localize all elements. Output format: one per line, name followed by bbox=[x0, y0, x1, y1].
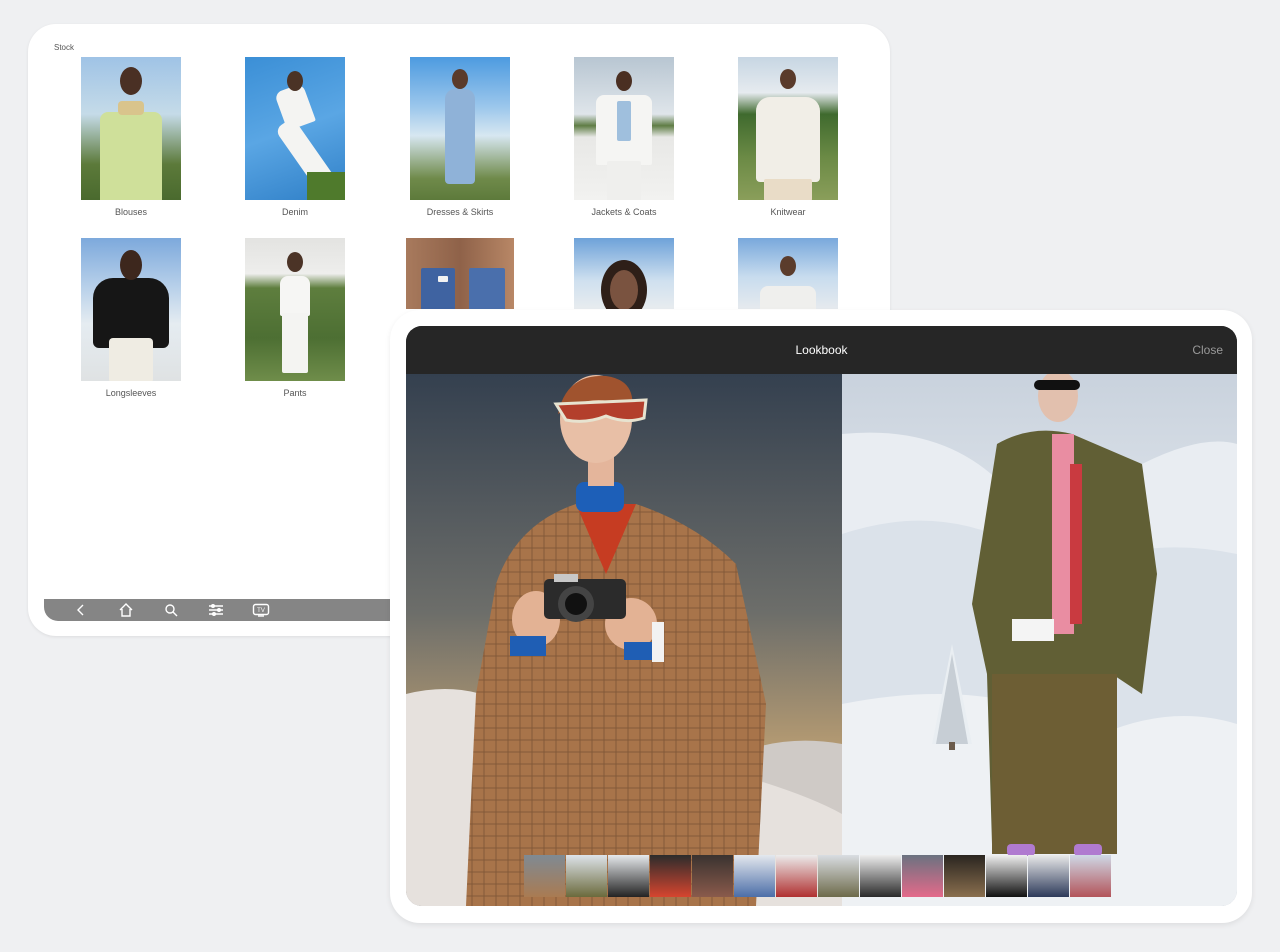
lookbook-thumbnail[interactable] bbox=[986, 855, 1027, 897]
category-tile-denim[interactable]: Denim bbox=[245, 57, 345, 217]
back-button[interactable] bbox=[58, 599, 103, 621]
category-image bbox=[245, 57, 345, 200]
category-label: Dresses & Skirts bbox=[426, 207, 494, 217]
lookbook-thumbnail[interactable] bbox=[692, 855, 733, 897]
model-olive-coat-illustration bbox=[842, 374, 1237, 906]
bottom-toolbar: TV bbox=[44, 599, 404, 621]
lookbook-thumbnail[interactable] bbox=[1028, 855, 1069, 897]
category-image bbox=[738, 57, 838, 200]
category-image bbox=[738, 238, 838, 309]
search-icon bbox=[164, 604, 177, 617]
back-icon bbox=[76, 604, 83, 616]
category-tile-item-10[interactable] bbox=[738, 238, 838, 316]
category-tile-dresses-skirts[interactable]: Dresses & Skirts bbox=[410, 57, 510, 217]
tv-button[interactable]: TV bbox=[238, 599, 283, 621]
lookbook-thumbnail[interactable] bbox=[608, 855, 649, 897]
tv-icon: TV bbox=[252, 603, 269, 617]
lookbook-thumbnail[interactable] bbox=[860, 855, 901, 897]
lookbook-screen: Lookbook Close bbox=[406, 326, 1237, 906]
search-button[interactable] bbox=[148, 599, 193, 621]
category-image bbox=[574, 57, 674, 200]
category-label: Longsleeves bbox=[105, 388, 157, 398]
category-tile-pants[interactable]: Pants bbox=[245, 238, 345, 398]
category-tile-item-9[interactable] bbox=[574, 238, 674, 316]
category-tile-jackets-coats[interactable]: Jackets & Coats bbox=[574, 57, 674, 217]
category-image bbox=[410, 57, 510, 200]
category-image bbox=[245, 238, 345, 381]
home-icon bbox=[119, 603, 132, 617]
category-image bbox=[81, 238, 181, 381]
stock-title: Stock bbox=[54, 43, 75, 52]
home-button[interactable] bbox=[103, 599, 148, 621]
lookbook-title: Lookbook bbox=[795, 343, 848, 357]
category-label: Pants bbox=[283, 388, 307, 398]
lookbook-thumbnail[interactable] bbox=[944, 855, 985, 897]
category-image bbox=[574, 238, 674, 309]
lookbook-thumbnail[interactable] bbox=[1070, 855, 1111, 897]
category-image bbox=[81, 57, 181, 200]
model-plaid-blazer-illustration bbox=[406, 375, 842, 906]
svg-text:TV: TV bbox=[257, 608, 265, 614]
category-tile-longsleeves[interactable]: Longsleeves bbox=[81, 238, 181, 398]
lookbook-tablet: Lookbook Close bbox=[390, 310, 1252, 923]
category-label: Knitwear bbox=[770, 207, 806, 217]
lookbook-header: Lookbook Close bbox=[406, 326, 1237, 374]
filter-button[interactable] bbox=[193, 599, 238, 621]
thumbnail-strip bbox=[524, 855, 1111, 897]
category-label: Jackets & Coats bbox=[591, 207, 657, 217]
lookbook-photo-left[interactable] bbox=[406, 374, 842, 906]
category-label: Denim bbox=[281, 207, 308, 217]
category-tile-knitwear[interactable]: Knitwear bbox=[738, 57, 838, 217]
lookbook-thumbnail[interactable] bbox=[818, 855, 859, 897]
lookbook-thumbnail[interactable] bbox=[524, 855, 565, 897]
filter-icon bbox=[208, 604, 223, 616]
lookbook-thumbnail[interactable] bbox=[902, 855, 943, 897]
lookbook-thumbnail[interactable] bbox=[776, 855, 817, 897]
lookbook-photo-right[interactable] bbox=[842, 374, 1237, 906]
lookbook-thumbnail[interactable] bbox=[650, 855, 691, 897]
category-image bbox=[406, 238, 514, 309]
category-tile-blouses[interactable]: Blouses bbox=[81, 57, 181, 217]
close-button[interactable]: Close bbox=[1192, 343, 1223, 357]
lookbook-thumbnail[interactable] bbox=[566, 855, 607, 897]
category-tile-denim-closeup[interactable] bbox=[406, 238, 514, 316]
category-label: Blouses bbox=[114, 207, 148, 217]
lookbook-thumbnail[interactable] bbox=[734, 855, 775, 897]
